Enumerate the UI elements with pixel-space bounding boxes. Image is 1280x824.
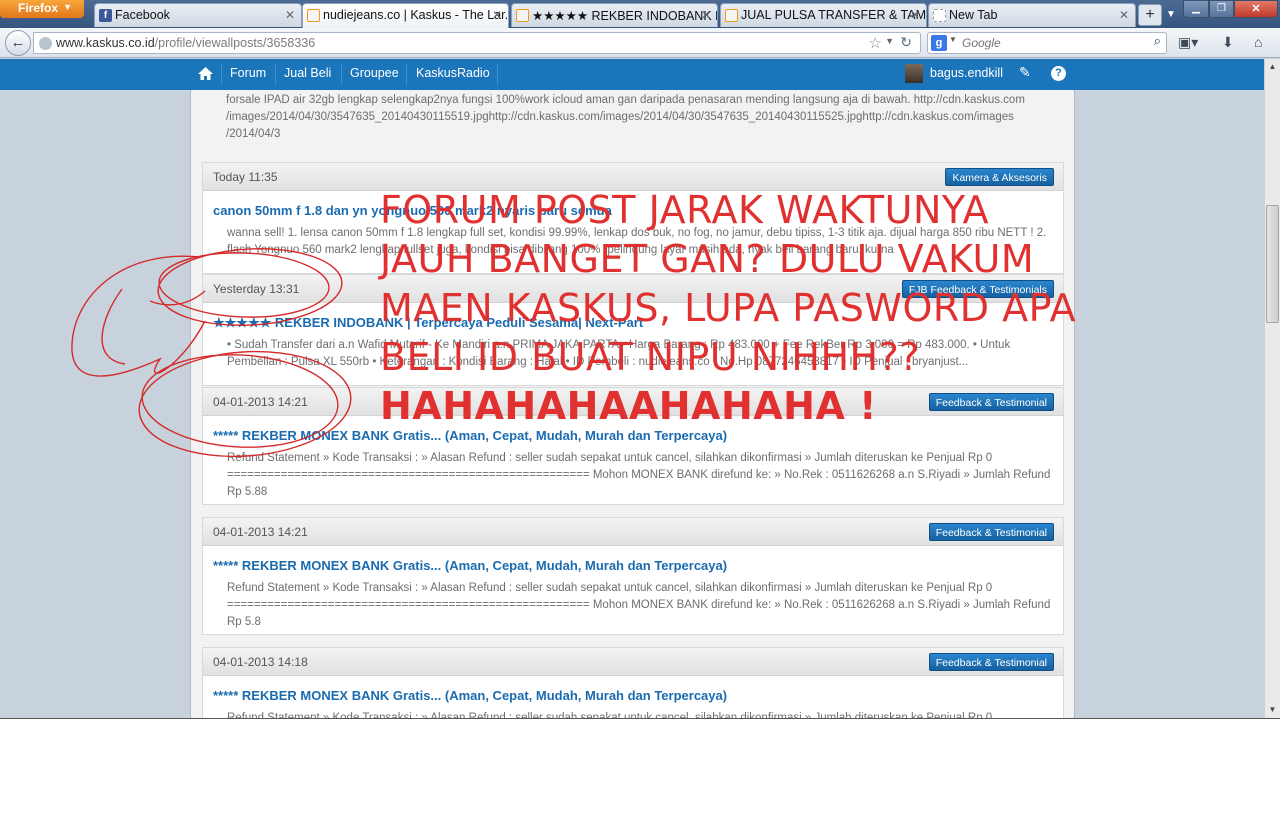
blank-area [0,718,1280,824]
back-arrow-icon: ← [10,34,26,51]
scrollbar-thumb[interactable] [1266,205,1279,323]
kaskus-icon [516,9,529,22]
tab-jual-pulsa[interactable]: JUAL PULSA TRANSFER & TAM... ✕ [720,3,927,27]
scroll-down-arrow-icon[interactable]: ▼ [1265,702,1280,718]
close-icon[interactable]: ✕ [1119,8,1129,22]
globe-icon [39,37,52,50]
chevron-down-icon: ▼ [63,2,72,12]
search-placeholder: Google [962,36,1001,50]
close-icon[interactable]: ✕ [492,8,502,22]
url-bar[interactable]: www.kaskus.co.id/profile/viewallposts/36… [33,32,921,54]
minimize-button[interactable]: ▁ [1183,0,1209,18]
google-icon: g [931,35,947,51]
annotation-line: FORUM POST JARAK WAKTUNYA [380,188,990,232]
scroll-up-arrow-icon[interactable]: ▲ [1265,59,1280,75]
bookmarks-icon[interactable]: ▣▾ [1178,34,1198,51]
annotation-line: MAEN KASKUS, LUPA PASWORD APA [380,286,1077,330]
close-icon[interactable]: ✕ [285,8,295,22]
firefox-menu-button[interactable]: Firefox ▼ [0,0,84,18]
tab-list-icon[interactable]: ▼ [1162,4,1180,26]
annotation-line: BELI ID BUAT NIPU NIHHH?? [380,335,920,379]
tab-rekber-indobank[interactable]: ★★★★★ REKBER INDOBANK N... ✕ [511,3,718,27]
vertical-scrollbar[interactable]: ▲ ▼ [1264,59,1280,718]
tab-strip: Firefox ▼ f Facebook ✕ nudiejeans.co | K… [0,0,1280,28]
annotation-line: JAUH BANGET GAN? DULU VAKUM [380,237,1035,281]
chevron-down-icon[interactable]: ▼ [949,35,957,44]
search-input[interactable]: g ▼ Google ⌕ [927,32,1167,54]
download-icon[interactable]: ⬇ [1222,34,1234,51]
reload-icon[interactable]: ↻ [900,34,912,51]
tab-label: ★★★★★ REKBER INDOBANK N... [532,9,718,23]
close-window-button[interactable]: ✕ [1234,0,1278,18]
tab-label: JUAL PULSA TRANSFER & TAM... [741,8,927,22]
blank-page-icon [933,9,946,22]
navigation-toolbar: ← www.kaskus.co.id/profile/viewallposts/… [0,28,1280,58]
kaskus-icon [725,9,738,22]
tab-label: nudiejeans.co | Kaskus - The Lar... [323,8,509,22]
close-icon[interactable]: ✕ [701,8,711,22]
maximize-button[interactable]: ❐ [1209,0,1234,18]
kaskus-icon [307,9,320,22]
annotation-overlay: FORUM POST JARAK WAKTUNYA JAUH BANGET GA… [380,186,1080,431]
search-icon[interactable]: ⌕ [1154,33,1161,49]
new-tab-button[interactable]: + [1138,4,1162,26]
firefox-menu-label: Firefox [18,1,59,15]
divider [0,718,1280,719]
facebook-icon: f [99,9,112,22]
tab-label: Facebook [115,8,170,22]
tab-label: New Tab [949,8,998,22]
url-host: www.kaskus.co.id [56,36,155,50]
home-icon[interactable]: ⌂ [1254,34,1262,50]
tab-new-tab[interactable]: New Tab ✕ [928,3,1136,27]
annotation-line: HAHAHAHAAHAHAHA ! [380,384,877,428]
url-path: /profile/viewallposts/3658336 [154,36,316,50]
screen: Firefox ▼ f Facebook ✕ nudiejeans.co | K… [0,0,1280,718]
page-viewport: Forum Jual Beli Groupee KaskusRadio bagu… [0,59,1264,718]
close-icon[interactable]: ✕ [910,8,920,22]
tab-facebook[interactable]: f Facebook ✕ [94,3,302,27]
bookmark-star-icon[interactable]: ☆ [869,34,882,52]
tab-nudiejeans[interactable]: nudiejeans.co | Kaskus - The Lar... ✕ [302,3,509,28]
back-button[interactable]: ← [5,30,31,56]
chevron-down-icon[interactable]: ▼ [885,36,894,46]
